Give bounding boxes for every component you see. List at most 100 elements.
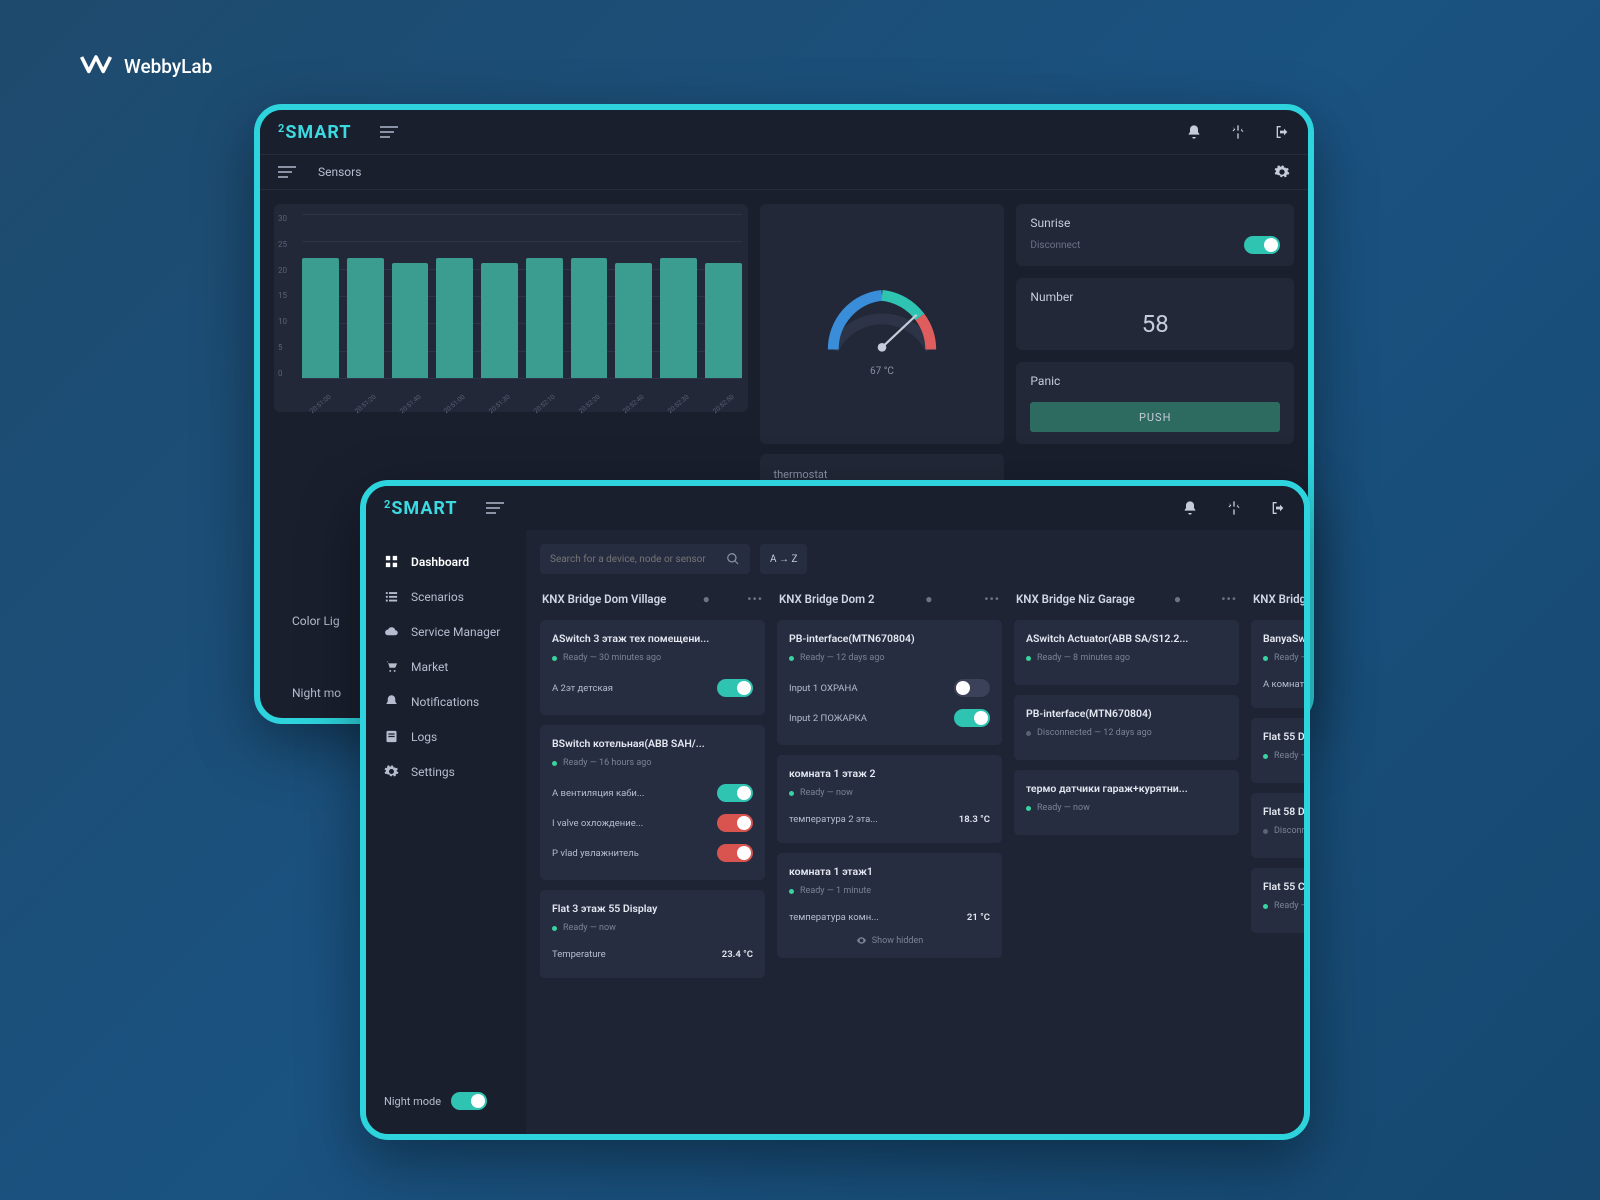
menu-icon[interactable] <box>486 502 504 514</box>
device-card[interactable]: BanyaSwitReady — 7A комната л <box>1251 620 1304 708</box>
device-card[interactable]: Flat 58 DispDisconnec <box>1251 793 1304 858</box>
bar <box>436 258 473 378</box>
grid-icon <box>384 554 399 569</box>
menu-icon[interactable] <box>380 126 398 138</box>
control-row: Input 2 ПОЖАРКА <box>789 703 990 733</box>
column-title: KNX Bridge <box>1253 592 1304 606</box>
bar-chart-panel: 302520151050 20:51:0020:51:2020:51:4020:… <box>274 204 748 412</box>
device-card[interactable]: PB-interface(MTN670804)Disconnected — 12… <box>1014 695 1239 760</box>
device-column: KNX Bridge Dom Village ● ••• ASwitch 3 этаж… <box>540 588 765 1120</box>
column-title: KNX Bridge Niz Garage <box>1016 592 1135 606</box>
submenu-icon[interactable] <box>278 166 296 178</box>
device-card[interactable]: Flat 3 этаж 55 DisplayReady — nowTempera… <box>540 890 765 978</box>
more-icon[interactable]: ••• <box>1221 592 1237 606</box>
bell-icon[interactable] <box>1186 124 1202 140</box>
bell-icon[interactable] <box>1182 500 1198 516</box>
status-dot: ● <box>925 592 933 606</box>
bar <box>615 263 652 378</box>
device-card[interactable]: ASwitch 3 этаж тех помещени...Ready — 30… <box>540 620 765 715</box>
sunrise-panel: Sunrise Disconnect <box>1016 204 1294 266</box>
cloud-icon <box>384 624 399 639</box>
search-input[interactable] <box>550 554 726 565</box>
sunrise-toggle[interactable] <box>1244 236 1280 254</box>
night-mode-row: Night mode <box>366 1092 526 1120</box>
panic-button[interactable]: PUSH <box>1030 402 1280 432</box>
number-panel: Number 58 <box>1016 278 1294 350</box>
device-card[interactable]: Flat 55 DispReady — 1 <box>1251 718 1304 783</box>
sort-button[interactable]: A → Z <box>760 544 807 574</box>
bar <box>526 258 563 378</box>
device-column: KNX Bridge●•••BanyaSwitReady — 7A комнат… <box>1251 588 1304 1120</box>
bar <box>660 258 697 378</box>
device-column: KNX Bridge Niz Garage ● ••• ASwitch Actuato… <box>1014 588 1239 1120</box>
bar <box>705 263 742 378</box>
network-icon[interactable] <box>1230 124 1246 140</box>
device-card[interactable]: комната 1 этаж1Ready — 1 minuteтемперату… <box>777 853 1002 958</box>
control-row: P vlad увлажнитель <box>552 838 753 868</box>
device-toggle[interactable] <box>717 814 753 832</box>
bar <box>481 263 518 378</box>
status-dot: ● <box>1174 592 1182 606</box>
search-box[interactable] <box>540 544 750 574</box>
device-card[interactable]: Flat 55 С\УReady — 1 <box>1251 868 1304 933</box>
subheader: Sensors <box>260 154 1308 190</box>
control-row: температура комн...21 °C <box>789 906 990 929</box>
panic-panel: Panic PUSH <box>1016 362 1294 444</box>
column-title: KNX Bridge Dom Village <box>542 592 666 606</box>
sidebar-item-service-manager[interactable]: Service Manager <box>366 614 526 649</box>
control-row: Input 1 ОХРАНА <box>789 673 990 703</box>
control-row: Temperature23.4 °C <box>552 943 753 966</box>
network-icon[interactable] <box>1226 500 1242 516</box>
logs-icon <box>384 729 399 744</box>
gauge-reading: 67 °C <box>870 366 894 377</box>
device-card[interactable]: термо датчики гараж+курятни...Ready — no… <box>1014 770 1239 835</box>
device-toggle[interactable] <box>717 844 753 862</box>
tablet-dashboard: 2SMART DashboardScenariosService Manager… <box>360 480 1310 1140</box>
bar <box>302 258 339 378</box>
control-row: A вентиляция каби... <box>552 778 753 808</box>
sidebar-item-settings[interactable]: Settings <box>366 754 526 789</box>
app-header: 2SMART <box>260 110 1308 154</box>
device-toggle[interactable] <box>954 709 990 727</box>
control-row: I valve охлождение... <box>552 808 753 838</box>
sidebar-item-market[interactable]: Market <box>366 649 526 684</box>
webbylab-logo: WebbyLab <box>78 48 212 84</box>
search-icon[interactable] <box>726 552 740 566</box>
control-row: A 2эт детская <box>552 673 753 703</box>
night-mode-toggle[interactable] <box>451 1092 487 1110</box>
bar <box>347 258 384 378</box>
bar <box>571 258 608 378</box>
page-title: Sensors <box>318 165 361 179</box>
list-icon <box>384 589 399 604</box>
sidebar-item-dashboard[interactable]: Dashboard <box>366 544 526 579</box>
sidebar-item-logs[interactable]: Logs <box>366 719 526 754</box>
app-logo: 2SMART <box>278 122 352 143</box>
column-title: KNX Bridge Dom 2 <box>779 592 875 606</box>
gauge-panel: 67 °C <box>760 204 1005 444</box>
device-card[interactable]: комната 1 этаж 2Ready — nowтемпература 2… <box>777 755 1002 843</box>
cart-icon <box>384 659 399 674</box>
number-value: 58 <box>1030 310 1280 338</box>
logout-icon[interactable] <box>1270 500 1286 516</box>
device-toggle[interactable] <box>717 784 753 802</box>
sidebar: DashboardScenariosService ManagerMarketN… <box>366 530 526 1134</box>
sidebar-item-scenarios[interactable]: Scenarios <box>366 579 526 614</box>
control-row: A комната л <box>1263 673 1304 696</box>
device-column: KNX Bridge Dom 2 ● ••• PB-interface(MTN6708… <box>777 588 1002 1120</box>
night-mode-back: Night mo <box>292 686 341 700</box>
more-icon[interactable]: ••• <box>984 592 1000 606</box>
app-logo: 2SMART <box>384 498 458 519</box>
gear-icon[interactable] <box>1274 164 1290 180</box>
sidebar-item-notifications[interactable]: Notifications <box>366 684 526 719</box>
app-header-front: 2SMART <box>366 486 1304 530</box>
main-area: A → Z KNX Bridge Dom Village ● ••• ASwitch … <box>526 530 1304 1134</box>
device-toggle[interactable] <box>717 679 753 697</box>
status-dot: ● <box>703 592 711 606</box>
show-hidden[interactable]: Show hidden <box>789 929 990 946</box>
logout-icon[interactable] <box>1274 124 1290 140</box>
device-card[interactable]: PB-interface(MTN670804)Ready — 12 days a… <box>777 620 1002 745</box>
device-card[interactable]: ASwitch Actuator(ABB SA/S12.2...Ready — … <box>1014 620 1239 685</box>
more-icon[interactable]: ••• <box>747 592 763 606</box>
device-toggle[interactable] <box>954 679 990 697</box>
device-card[interactable]: BSwitch котельная(ABB SAH/...Ready — 16 … <box>540 725 765 880</box>
